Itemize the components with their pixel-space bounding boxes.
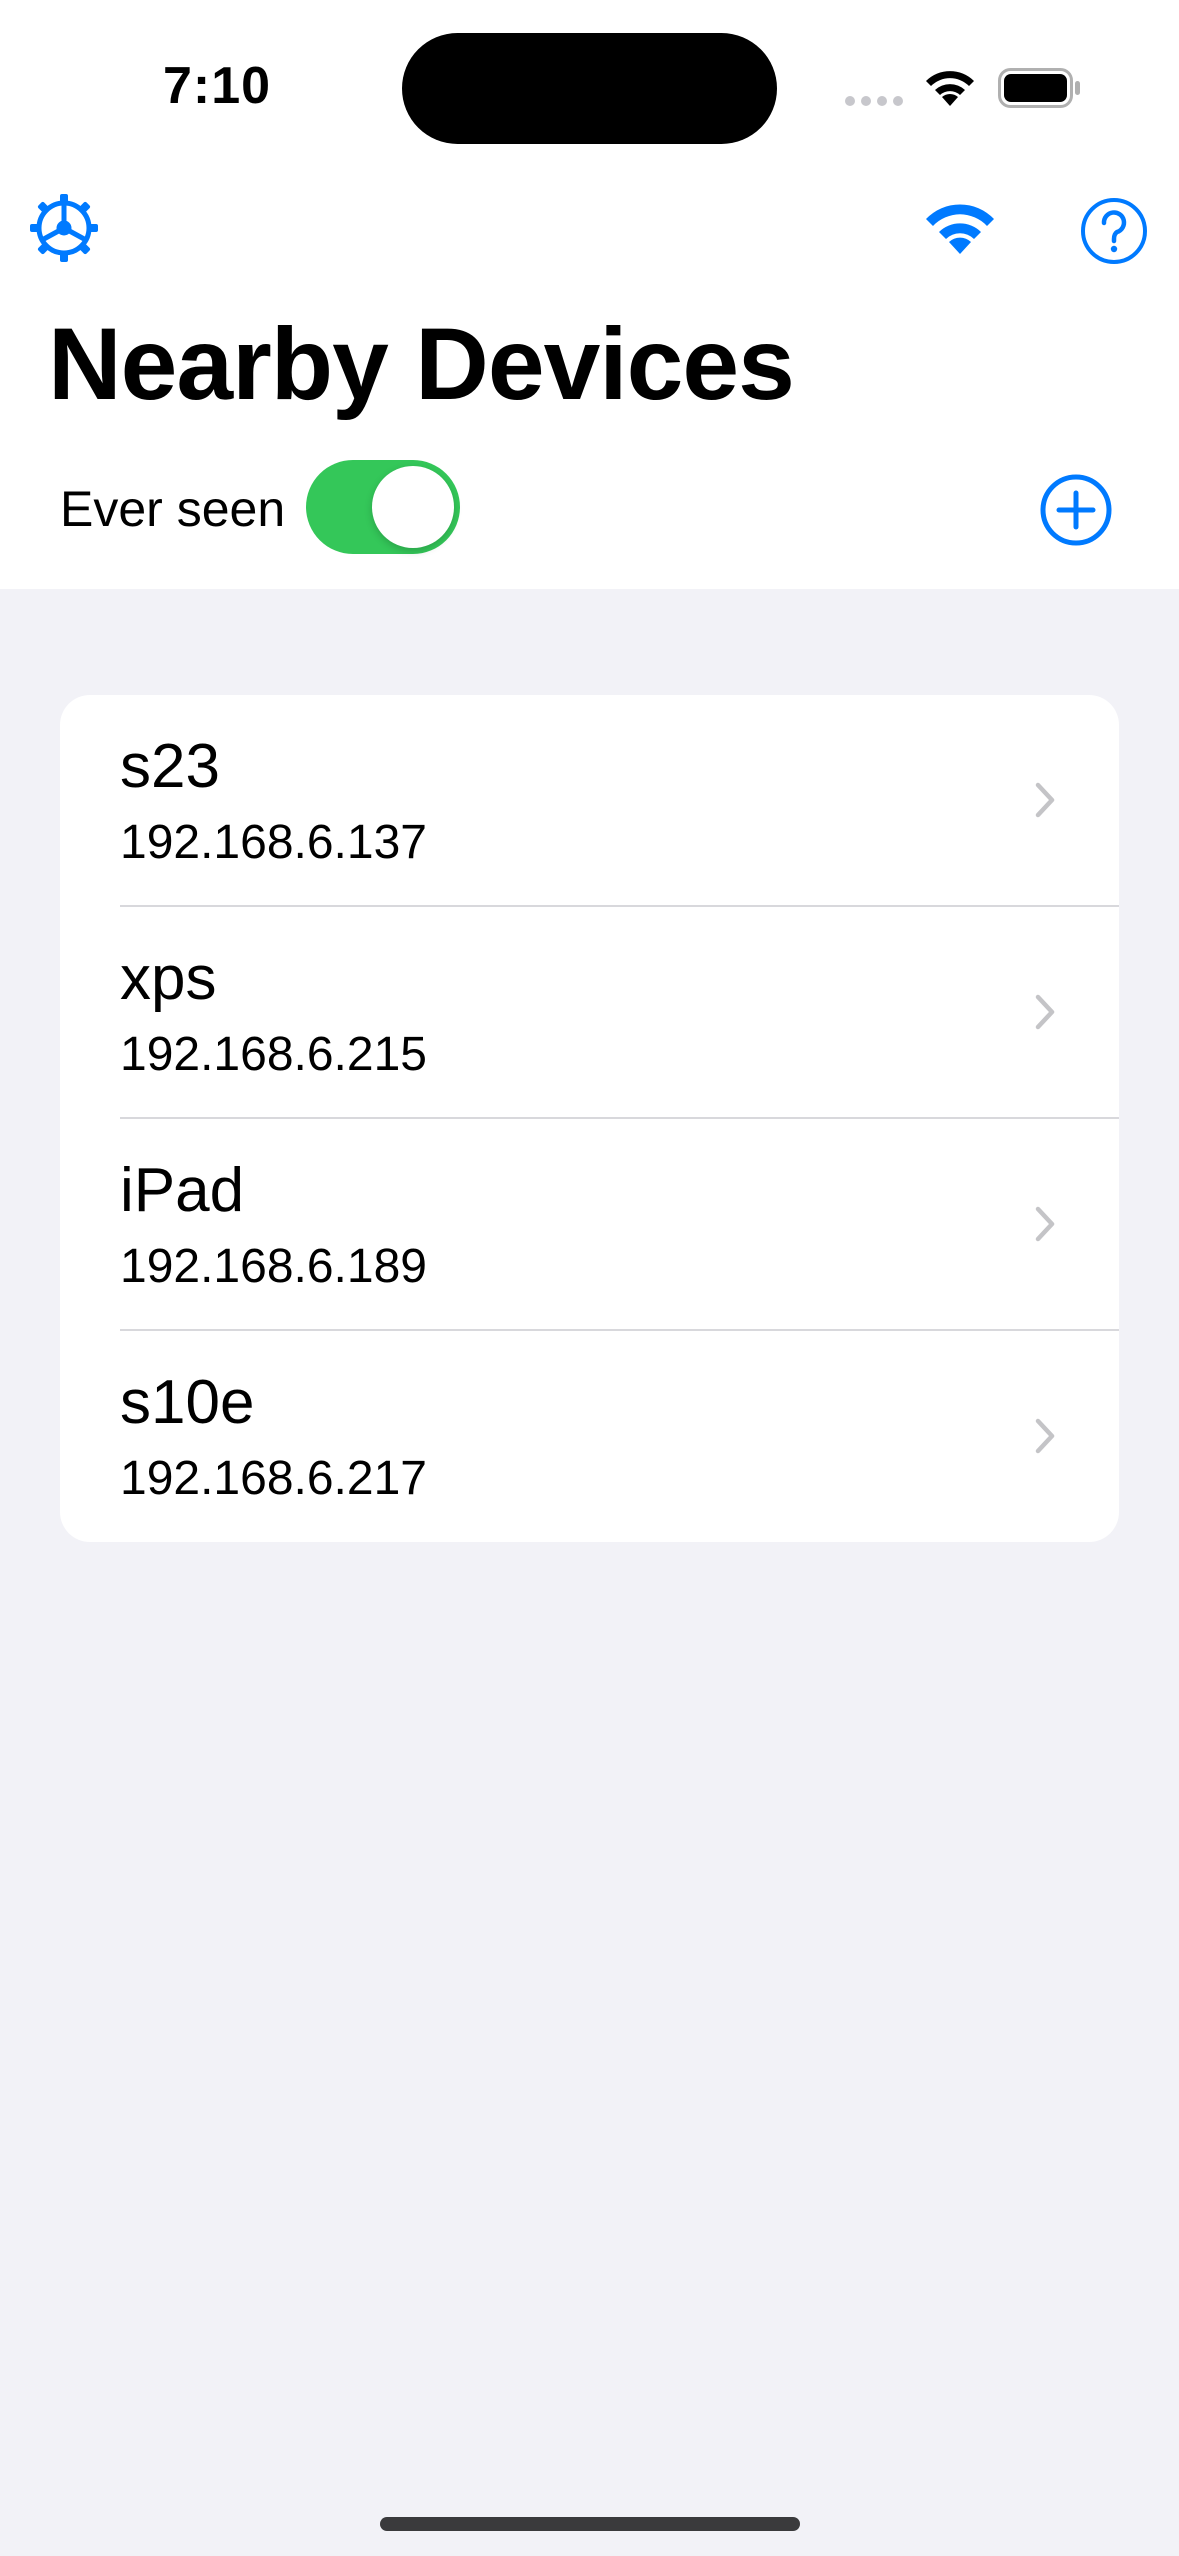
- device-name: xps: [120, 944, 217, 1013]
- device-row[interactable]: s10e 192.168.6.217: [60, 1331, 1119, 1542]
- help-button[interactable]: [1079, 196, 1149, 266]
- toggle-knob: [372, 466, 454, 548]
- chevron-right-icon: [1035, 994, 1055, 1030]
- add-device-button[interactable]: [1039, 473, 1113, 547]
- cellular-signal-icon: [845, 96, 905, 106]
- settings-button[interactable]: [28, 192, 100, 264]
- question-circle-icon: [1081, 198, 1147, 264]
- device-row[interactable]: iPad 192.168.6.189: [60, 1119, 1119, 1331]
- device-row[interactable]: s23 192.168.6.137: [60, 695, 1119, 907]
- device-row[interactable]: xps 192.168.6.215: [60, 907, 1119, 1119]
- page-title: Nearby Devices: [48, 307, 795, 421]
- wifi-button[interactable]: [920, 198, 1000, 258]
- home-indicator[interactable]: [380, 2517, 800, 2531]
- plus-circle-icon: [1040, 474, 1112, 546]
- device-ip: 192.168.6.189: [120, 1240, 427, 1293]
- chevron-right-icon: [1035, 1206, 1055, 1242]
- status-time: 7:10: [163, 57, 272, 115]
- device-ip: 192.168.6.217: [120, 1452, 427, 1505]
- ever-seen-label: Ever seen: [60, 481, 286, 537]
- device-name: iPad: [120, 1156, 245, 1225]
- device-ip: 192.168.6.137: [120, 816, 427, 869]
- chevron-right-icon: [1035, 782, 1055, 818]
- status-wifi-icon: [926, 71, 974, 106]
- battery-icon: [998, 68, 1080, 108]
- ever-seen-toggle[interactable]: [306, 460, 460, 554]
- device-name: s23: [120, 732, 220, 801]
- device-ip: 192.168.6.215: [120, 1028, 427, 1081]
- settings-gear-icon: [30, 194, 98, 262]
- screen: 7:10 Nearby Devices Ever seen s23 192.16…: [0, 0, 1179, 2556]
- dynamic-island: [402, 33, 777, 144]
- device-list: s23 192.168.6.137 xps 192.168.6.215 iPad…: [60, 695, 1119, 1542]
- chevron-right-icon: [1035, 1418, 1055, 1454]
- wifi-icon: [926, 204, 994, 254]
- header: 7:10 Nearby Devices Ever seen: [0, 0, 1179, 589]
- device-name: s10e: [120, 1368, 255, 1437]
